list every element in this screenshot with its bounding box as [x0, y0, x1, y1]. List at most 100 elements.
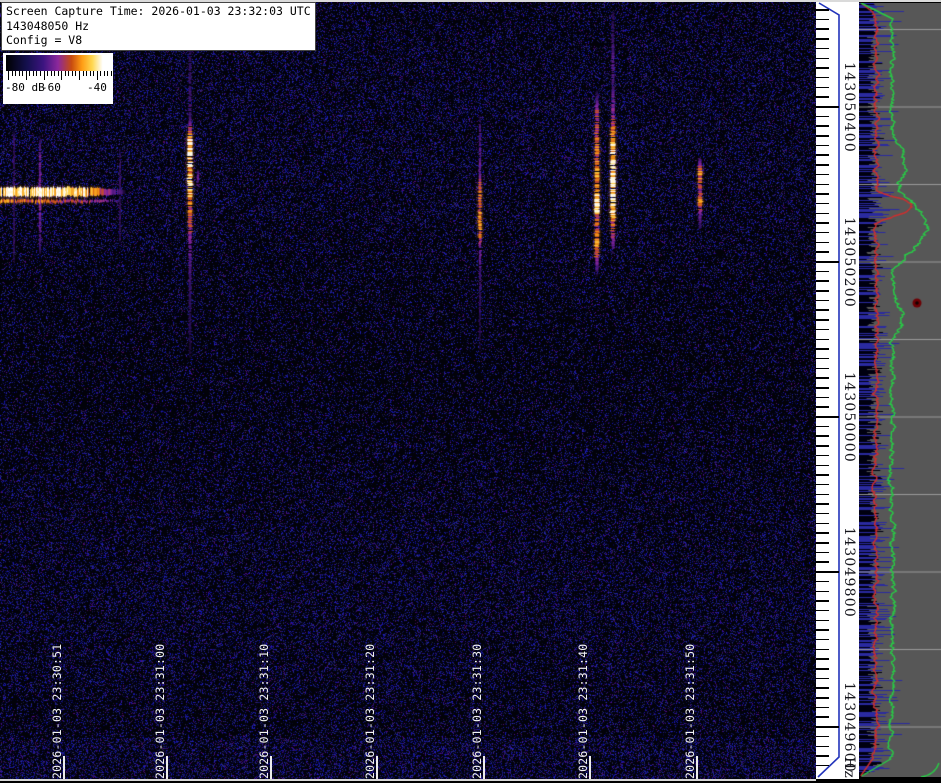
time-axis-label: 2026-01-03 23:30:51 — [50, 643, 64, 779]
color-scale-tick — [100, 71, 102, 76]
time-axis-label: 2026-01-03 23:31:10 — [257, 643, 271, 779]
frequency-minor-tick — [816, 367, 829, 370]
frequency-minor-tick — [816, 319, 829, 321]
color-scale-tick — [64, 71, 66, 76]
frequency-minor-tick — [816, 580, 829, 583]
frequency-axis-label: 143049800 — [841, 527, 857, 618]
frequency-minor-tick — [816, 164, 829, 166]
frequency-minor-tick — [816, 115, 829, 118]
frequency-minor-tick — [816, 512, 829, 515]
frequency-minor-tick — [816, 67, 829, 69]
frequency-minor-tick — [816, 231, 829, 234]
frequency-minor-tick — [816, 212, 829, 215]
frequency-minor-tick — [816, 464, 829, 467]
color-scale-tick — [29, 71, 31, 76]
frequency-minor-tick — [816, 532, 829, 534]
time-axis-tick — [270, 756, 272, 779]
frequency-major-tick — [816, 726, 839, 728]
color-scale-tick — [57, 71, 59, 76]
frequency-minor-tick — [816, 348, 829, 350]
frequency-minor-tick — [816, 716, 829, 718]
frequency-minor-tick — [816, 28, 829, 30]
frequency-minor-tick — [816, 474, 829, 476]
color-scale-tick — [39, 71, 41, 76]
frequency-minor-tick — [816, 735, 829, 738]
frequency-minor-tick — [816, 542, 829, 544]
frequency-minor-tick — [816, 668, 829, 670]
capture-time-text: Screen Capture Time: 2026-01-03 23:32:03… — [6, 4, 311, 18]
frequency-minor-tick — [816, 677, 829, 680]
frequency-minor-tick — [816, 590, 829, 592]
frequency-minor-tick — [816, 328, 829, 331]
frequency-minor-tick — [816, 764, 829, 767]
color-scale-tick — [86, 71, 88, 76]
frequency-minor-tick — [816, 57, 829, 60]
time-axis-tick — [589, 756, 591, 779]
color-scale-tick — [89, 71, 91, 76]
color-scale-tick — [103, 71, 105, 76]
color-scale-tick — [107, 71, 109, 76]
frequency-minor-tick — [816, 619, 829, 622]
frequency-minor-tick — [816, 503, 829, 505]
color-scale-ticks — [6, 71, 112, 81]
frequency-major-tick — [816, 261, 839, 263]
frequency-minor-tick — [816, 551, 829, 554]
color-scale-tick — [22, 71, 24, 76]
frequency-major-tick — [816, 106, 839, 108]
frequency-axis-unit: Hz — [841, 757, 857, 779]
center-frequency-text: 143048050 Hz — [6, 18, 90, 33]
frequency-minor-tick — [816, 638, 829, 641]
color-scale-tick — [36, 71, 38, 76]
frequency-minor-tick — [816, 18, 829, 21]
time-axis-tick — [166, 756, 168, 779]
color-scale-tick — [32, 71, 34, 76]
frequency-minor-tick — [816, 280, 829, 282]
color-scale-tick — [93, 71, 95, 76]
color-scale-tick — [43, 71, 45, 80]
frequency-minor-tick — [816, 9, 829, 11]
frequency-minor-tick — [816, 251, 829, 253]
waterfall-bottom-border — [0, 779, 816, 781]
time-axis-label: 2026-01-03 23:31:00 — [153, 643, 167, 779]
frequency-minor-tick — [816, 202, 829, 205]
frequency-axis: 143050400 143050200 143050000 143049800 1430… — [816, 2, 859, 779]
frequency-minor-tick — [816, 629, 829, 631]
time-axis-label: 2026-01-03 23:31:30 — [470, 643, 484, 779]
frequency-axis-label: 143050000 — [841, 372, 857, 463]
frequency-minor-tick — [816, 357, 829, 360]
time-axis-label: 2026-01-03 23:31:40 — [576, 643, 590, 779]
color-scale-tick — [11, 71, 13, 76]
frequency-minor-tick — [816, 425, 829, 428]
frequency-minor-tick — [816, 309, 829, 311]
color-scale-tick — [18, 71, 20, 76]
db-label-60: -60 — [41, 81, 61, 94]
frequency-minor-tick — [816, 193, 829, 195]
color-scale-labels: -80 dB -60 -40 — [3, 81, 113, 101]
frequency-minor-tick — [816, 600, 829, 602]
color-scale-tick — [25, 71, 27, 80]
frequency-minor-tick — [816, 183, 829, 186]
time-axis-tick — [483, 756, 485, 779]
frequency-minor-tick — [816, 144, 829, 147]
frequency-minor-tick — [816, 745, 829, 748]
color-scale-gradient — [6, 55, 110, 71]
frequency-minor-tick — [816, 299, 829, 302]
time-axis-label: 2026-01-03 23:31:20 — [363, 643, 377, 779]
config-text: Config = V8 — [6, 33, 83, 48]
frequency-minor-tick — [816, 96, 829, 98]
color-scale-tick — [79, 71, 80, 80]
frequency-minor-tick — [816, 154, 829, 156]
frequency-minor-tick — [816, 687, 829, 689]
frequency-minor-tick — [816, 706, 829, 709]
db-label-40: -40 — [87, 81, 107, 94]
color-scale-tick — [54, 71, 56, 76]
frequency-minor-tick — [816, 270, 829, 273]
spectrum-panel — [859, 3, 941, 777]
frequency-minor-tick — [816, 609, 829, 612]
time-axis-tick — [63, 756, 65, 779]
color-scale-tick — [75, 71, 77, 76]
frequency-minor-tick — [816, 135, 829, 137]
time-axis-tick — [376, 756, 378, 779]
color-scale-legend: -80 dB -60 -40 — [3, 53, 113, 104]
frequency-minor-tick — [816, 387, 829, 389]
